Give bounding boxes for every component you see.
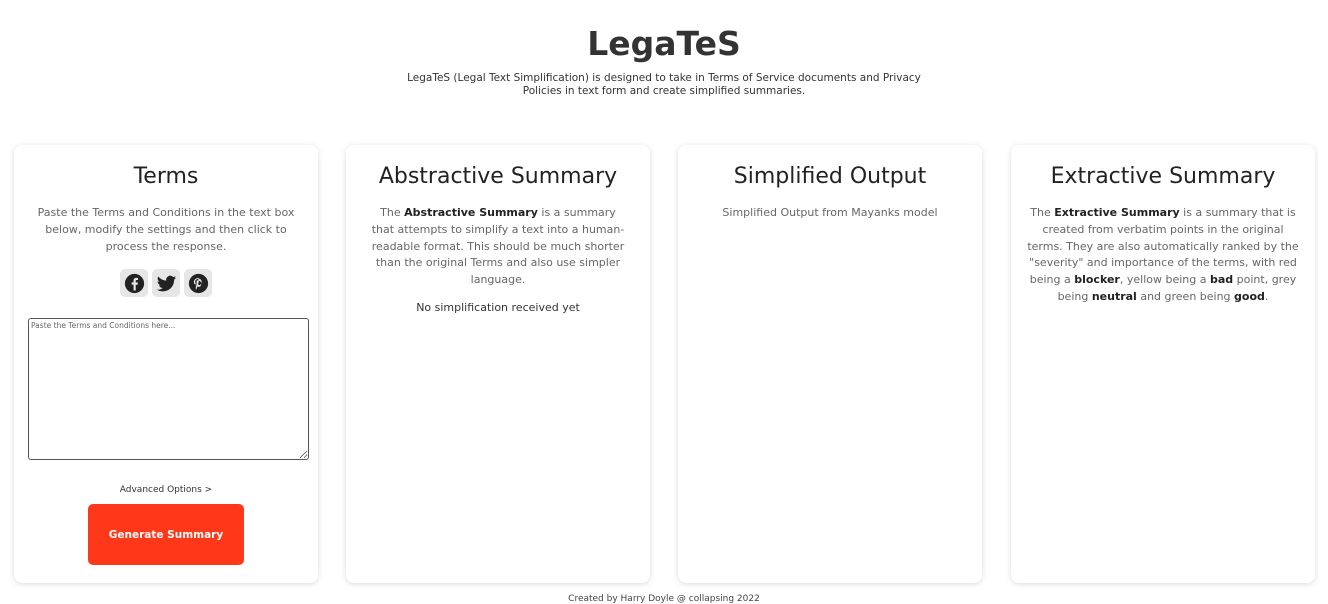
abstractive-title: Abstractive Summary <box>378 164 618 189</box>
desc-bold: blocker <box>1074 273 1120 287</box>
desc-bold: Extractive Summary <box>1054 206 1180 219</box>
facebook-share-button[interactable] <box>120 269 148 298</box>
extractive-description: The Extractive Summary is a summary that… <box>1027 205 1299 306</box>
desc-text: The <box>1030 206 1055 219</box>
desc-bold: Abstractive Summary <box>404 206 538 219</box>
desc-text: and green being <box>1136 289 1235 303</box>
app-description: LegaTeS (Legal Text Simplification) is d… <box>407 72 921 97</box>
pinterest-share-button[interactable] <box>184 269 212 298</box>
terms-description: Paste the Terms and Conditions in the te… <box>37 206 295 253</box>
desc-text: , yellow being a <box>1119 273 1210 287</box>
abstractive-status: No simplification received yet <box>416 300 580 314</box>
extractive-summary-card: Extractive Summary The Extractive Summar… <box>1011 145 1315 583</box>
pinterest-icon <box>188 273 208 294</box>
app-title: LegaTeS <box>587 24 741 63</box>
abstractive-summary-card: Abstractive Summary The Abstractive Summ… <box>346 145 650 583</box>
generate-summary-button[interactable]: Generate Summary <box>88 504 244 566</box>
twitter-icon <box>156 275 176 292</box>
twitter-share-button[interactable] <box>152 269 180 298</box>
terms-title: Terms <box>133 164 199 189</box>
social-share-bar <box>14 269 318 298</box>
terms-input[interactable] <box>28 318 309 461</box>
page-footer: Created by Harry Doyle @ collapsing 2022 <box>568 594 760 604</box>
desc-bold: bad <box>1209 273 1234 287</box>
page-header: LegaTeS LegaTeS (Legal Text Simplificati… <box>0 0 1328 98</box>
abstractive-description: The Abstractive Summary is a summary tha… <box>368 205 628 289</box>
simplified-output-card: Simplified Output Simplified Output from… <box>678 145 982 583</box>
desc-bold: neutral <box>1091 289 1137 303</box>
desc-text: . <box>1264 289 1269 303</box>
simplified-title: Simplified Output <box>733 164 927 189</box>
desc-bold: good <box>1234 289 1265 303</box>
advanced-options-toggle[interactable]: Advanced Options > <box>14 485 318 495</box>
terms-card: Terms Paste the Terms and Conditions in … <box>14 145 318 583</box>
desc-text: The <box>380 206 405 219</box>
extractive-title: Extractive Summary <box>1050 164 1276 189</box>
facebook-icon <box>124 273 144 294</box>
simplified-description: Simplified Output from Mayanks model <box>722 206 938 219</box>
